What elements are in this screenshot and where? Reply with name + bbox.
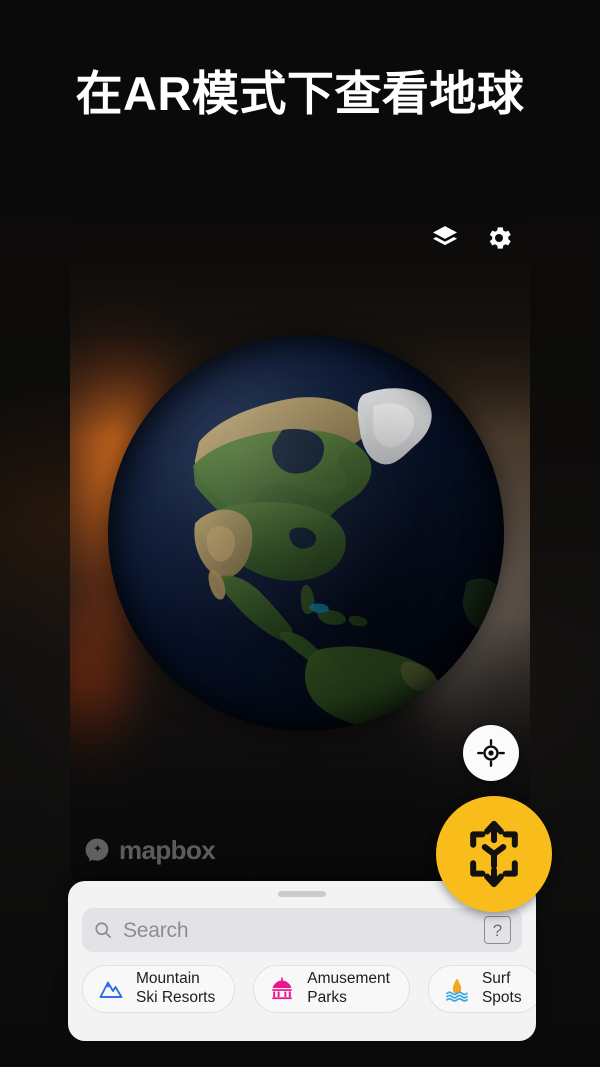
screen: 在AR模式下查看地球 mapbox Search ? Mountain Ski … [0,0,600,1067]
sheet-drag-handle[interactable] [278,891,326,897]
globe-sphere [108,335,504,731]
chip-surf-spots[interactable]: Surf Spots [427,965,536,1013]
search-icon [93,920,113,940]
chip-amusement-parks[interactable]: Amusement Parks [253,965,410,1013]
search-bar[interactable]: Search ? [82,908,522,952]
locate-button[interactable] [463,725,519,781]
layers-icon[interactable] [430,223,460,253]
mapbox-wordmark: mapbox [119,835,216,865]
globe-rim [108,335,504,731]
surf-icon [443,975,471,1003]
category-chip-row: Mountain Ski Resorts Amusement Parks Sur… [82,965,536,1013]
search-help-button[interactable]: ? [484,916,511,944]
carousel-icon [268,975,296,1003]
ar-viewport-card[interactable]: mapbox [70,207,530,887]
settings-icon[interactable] [484,223,514,253]
chip-label: Mountain Ski Resorts [136,970,216,1006]
globe[interactable] [108,335,504,731]
chip-label: Amusement Parks [307,970,390,1006]
mountain-icon [97,975,125,1003]
chip-mountain-ski-resorts[interactable]: Mountain Ski Resorts [82,965,236,1013]
ar-mode-button[interactable] [436,796,552,912]
search-input[interactable]: Search [123,920,474,941]
mapbox-attribution[interactable]: mapbox [84,835,216,865]
page-title: 在AR模式下查看地球 [75,67,525,120]
mapbox-logo-icon [84,837,110,863]
chip-label: Surf Spots [481,970,522,1006]
card-toolbar [430,223,514,253]
